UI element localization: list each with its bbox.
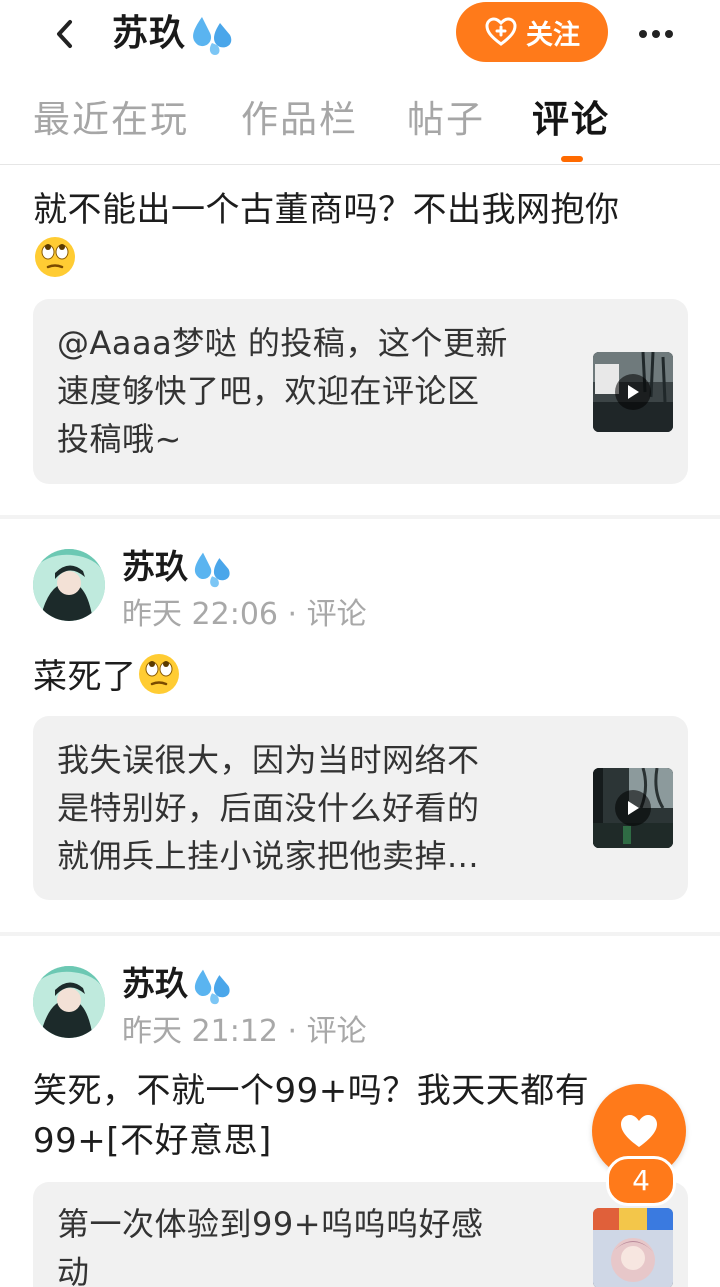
chevron-left-icon [57, 20, 72, 48]
quote-line: 动 [57, 1253, 90, 1287]
video-thumbnail[interactable] [593, 768, 673, 848]
more-dot [665, 30, 673, 38]
top-bar: 苏玖 关注 [0, 0, 720, 68]
username-text: 苏玖 [122, 547, 188, 586]
comment-text-line: 菜死了 [33, 657, 137, 697]
tab-recently-played[interactable]: 最近在玩 [33, 96, 189, 144]
tab-posts[interactable]: 帖子 [407, 96, 485, 144]
avatar[interactable] [33, 549, 105, 621]
play-icon [615, 374, 651, 410]
quoted-post[interactable]: @Aaaa梦哒 的投稿，这个更新 速度够快了吧，欢迎在评论区 投稿哦~ [33, 299, 688, 484]
more-dot [639, 30, 647, 38]
thumbnail-image [593, 1208, 673, 1287]
video-thumbnail[interactable] [593, 352, 673, 432]
quote-line: 就佣兵上挂小说家把他卖掉... [57, 837, 480, 875]
eye-roll-emoji-icon [138, 654, 179, 694]
comment-text-line: 99+[不好意思] [33, 1121, 272, 1161]
tab-works[interactable]: 作品栏 [241, 96, 358, 144]
follow-label: 关注 [526, 19, 580, 51]
active-tab-indicator [561, 156, 583, 162]
tab-bar: 最近在玩 作品栏 帖子 评论 [0, 68, 720, 165]
heart-plus-icon [485, 17, 517, 46]
sweat-droplets-icon [194, 552, 230, 587]
follow-button[interactable]: 关注 [456, 2, 608, 62]
username-text: 苏玖 [122, 964, 188, 1003]
image-thumbnail[interactable] [593, 1208, 673, 1287]
sweat-droplets-icon [194, 969, 230, 1004]
profile-title: 苏玖 [112, 12, 238, 57]
more-dot [652, 30, 660, 38]
comment-meta: 昨天 21:12 · 评论 [122, 1014, 367, 1049]
quote-line: 投稿哦~ [57, 420, 182, 458]
quoted-post[interactable]: 我失误很大，因为当时网络不 是特别好，后面没什么好看的 就佣兵上挂小说家把他卖掉… [33, 716, 688, 900]
comment-text: 菜死了 [33, 652, 703, 702]
quote-line: 速度够快了吧，欢迎在评论区 [57, 372, 480, 410]
comment-text-line: 笑死，不就一个99+吗？我天天都有 [33, 1071, 590, 1111]
quoted-post-text: @Aaaa梦哒 的投稿，这个更新 速度够快了吧，欢迎在评论区 投稿哦~ [57, 319, 577, 463]
comment-text: 就不能出一个古董商吗？不出我网抱你 [33, 185, 703, 285]
like-count-badge: 4 [606, 1156, 676, 1206]
comment-card[interactable]: 苏玖 昨天 22:06 · 评论 菜死了 我失误很大，因为当时网络不 是特别好，… [0, 519, 720, 932]
play-icon [615, 790, 651, 826]
username[interactable]: 苏玖 [122, 545, 236, 589]
avatar-image [33, 549, 105, 621]
quoted-post[interactable]: 第一次体验到99+呜呜呜好感 动 [33, 1182, 688, 1287]
quote-line: 是特别好，后面没什么好看的 [57, 789, 480, 827]
eye-roll-emoji-icon [35, 237, 75, 277]
quote-line: 第一次体验到99+呜呜呜好感 [57, 1205, 484, 1243]
profile-name: 苏玖 [112, 13, 187, 54]
quote-line: @Aaaa梦哒 的投稿，这个更新 [57, 324, 508, 362]
more-button[interactable] [632, 14, 680, 54]
username[interactable]: 苏玖 [122, 962, 236, 1006]
quoted-post-text: 第一次体验到99+呜呜呜好感 动 [57, 1200, 577, 1287]
avatar[interactable] [33, 966, 105, 1038]
sweat-droplets-icon [193, 17, 232, 55]
comment-text-line: 就不能出一个古董商吗？不出我网抱你 [33, 190, 620, 230]
comment-meta: 昨天 22:06 · 评论 [122, 597, 367, 632]
tab-comments[interactable]: 评论 [532, 96, 610, 144]
heart-icon [621, 1115, 657, 1147]
comment-card[interactable]: 就不能出一个古董商吗？不出我网抱你 @Aaaa梦哒 的投稿，这个更新 速度够快了… [0, 165, 720, 515]
avatar-image [33, 966, 105, 1038]
page: 苏玖 关注 最近在玩 作品栏 帖子 评论 就不能出一个古董商吗？不出我网抱你 @… [0, 0, 720, 1287]
quoted-post-text: 我失误很大，因为当时网络不 是特别好，后面没什么好看的 就佣兵上挂小说家把他卖掉… [57, 736, 577, 880]
back-button[interactable] [46, 14, 82, 54]
quote-line: 我失误很大，因为当时网络不 [57, 741, 480, 779]
